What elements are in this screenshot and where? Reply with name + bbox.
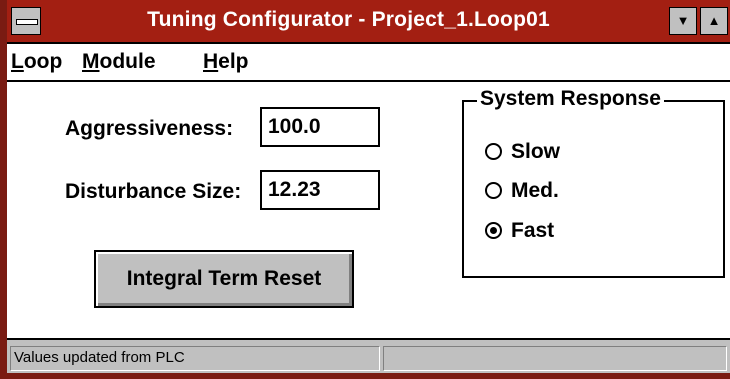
menu-module[interactable]: Module <box>82 50 156 74</box>
window-frame-left <box>0 0 7 379</box>
radio-slow-circle[interactable] <box>485 143 502 160</box>
menu-loop-accelerator: L <box>11 50 24 73</box>
radio-selected-dot <box>490 227 497 234</box>
radio-fast-circle[interactable] <box>485 222 502 239</box>
window-title: Tuning Configurator - Project_1.Loop01 <box>147 8 550 31</box>
disturbance-size-input[interactable]: 12.23 <box>260 170 380 210</box>
status-message: Values updated from PLC <box>10 346 380 371</box>
maximize-button[interactable]: ▲ <box>700 7 728 35</box>
integral-term-reset-button[interactable]: Integral Term Reset <box>94 250 354 308</box>
status-bar: Values updated from PLC <box>7 338 730 373</box>
menu-bar: Loop Module Help <box>7 44 730 82</box>
menu-loop-label: oop <box>23 50 63 73</box>
menu-module-label: odule <box>99 50 156 73</box>
disturbance-size-label: Disturbance Size: <box>65 180 242 203</box>
system-menu-icon[interactable] <box>11 7 41 35</box>
radio-med-circle[interactable] <box>485 182 502 199</box>
minimize-button[interactable]: ▼ <box>669 7 697 35</box>
tuning-configurator-window: Tuning Configurator - Project_1.Loop01 ▼… <box>0 0 730 379</box>
aggressiveness-input[interactable]: 100.0 <box>260 107 380 147</box>
radio-slow-label: Slow <box>511 140 561 163</box>
radio-fast-label: Fast <box>511 219 555 242</box>
title-bar[interactable]: Tuning Configurator - Project_1.Loop01 ▼… <box>7 0 730 44</box>
menu-module-accelerator: M <box>82 50 100 73</box>
client-area: Aggressiveness: 100.0 Disturbance Size: … <box>7 82 730 338</box>
window-frame-bottom <box>0 373 730 379</box>
menu-help-accelerator: H <box>203 50 219 73</box>
aggressiveness-label: Aggressiveness: <box>65 117 234 140</box>
system-response-title: System Response <box>477 87 664 111</box>
menu-loop[interactable]: Loop <box>11 50 62 74</box>
menu-help[interactable]: Help <box>203 50 249 74</box>
radio-med-label: Med. <box>511 179 559 202</box>
menu-help-label: elp <box>218 50 249 73</box>
status-secondary-pane <box>383 346 727 371</box>
